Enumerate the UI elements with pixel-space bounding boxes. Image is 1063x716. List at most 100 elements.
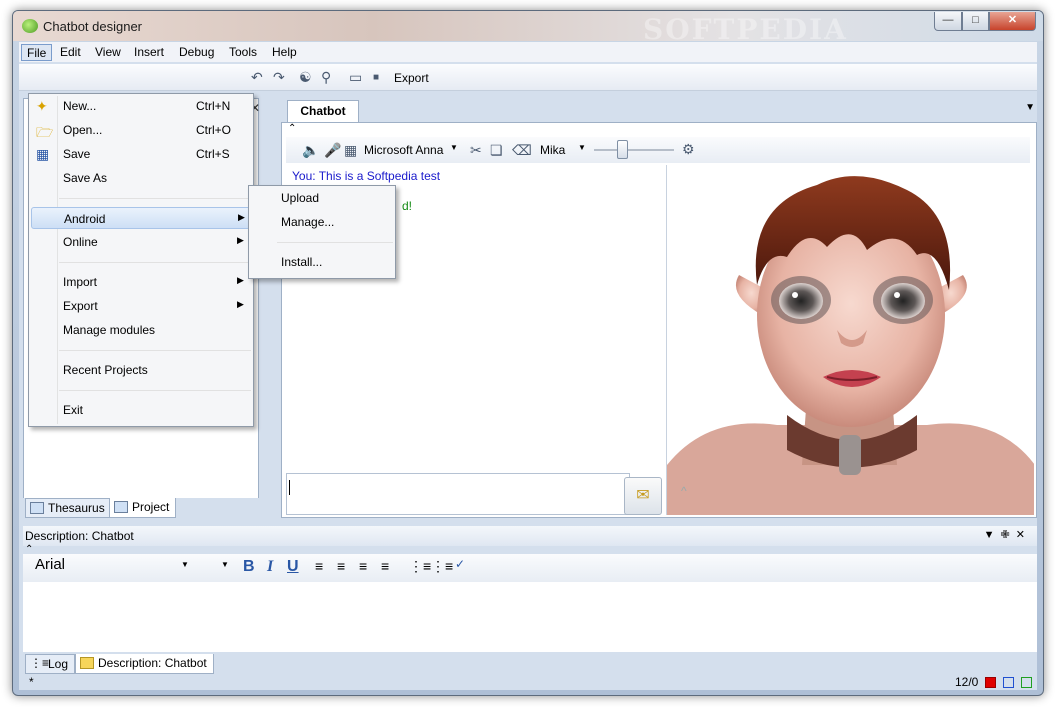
voice-select[interactable]: Microsoft Anna — [364, 143, 443, 157]
list-icon: ⋮≡ — [30, 656, 50, 670]
menu-exit[interactable]: Exit — [31, 399, 251, 421]
italic-icon[interactable]: I — [267, 558, 273, 576]
user-message: You: This is a Softpedia test — [292, 169, 441, 183]
menu-tools[interactable]: Tools — [224, 44, 262, 61]
menu-edit[interactable]: Edit — [55, 44, 86, 61]
find-icon[interactable]: ☯ — [299, 69, 312, 86]
menu-debug[interactable]: Debug — [174, 44, 219, 61]
menu-save[interactable]: ▦ Save Ctrl+S — [31, 143, 251, 165]
title-bar: Chatbot designer SOFTPEDIA — □ ✕ — [13, 11, 1043, 46]
underline-icon[interactable]: U — [287, 558, 299, 576]
description-editor[interactable] — [23, 582, 1037, 652]
send-button[interactable]: ✉ — [624, 477, 662, 515]
tab-log[interactable]: ⋮≡ Log — [25, 654, 76, 674]
menu-bar: File Edit View Insert Debug Tools Help — [19, 42, 1037, 62]
save-icon: ▦ — [36, 146, 50, 162]
align-left-icon[interactable]: ≡ — [315, 558, 323, 574]
undo-icon[interactable]: ↶ — [251, 69, 263, 86]
tab-project[interactable]: Project — [109, 498, 177, 518]
copy-icon[interactable]: ❏ — [490, 142, 503, 159]
size-dropdown-icon[interactable]: ▼ — [221, 560, 229, 569]
menu-file[interactable]: File — [21, 44, 53, 61]
menu-insert[interactable]: Insert — [129, 44, 169, 61]
menu-open[interactable]: 🗁 Open... Ctrl+O — [31, 119, 251, 141]
menu-separator — [59, 390, 251, 391]
bullet-list-icon[interactable]: ⋮≡ — [409, 558, 431, 575]
description-title: Description: Chatbot — [25, 529, 134, 543]
tab-description[interactable]: Description: Chatbot — [75, 654, 214, 674]
folder-icon: 🗁 — [36, 124, 54, 140]
menu-new-label: New... — [63, 99, 97, 113]
chat-input[interactable] — [286, 473, 630, 515]
maximize-button[interactable]: □ — [962, 12, 989, 31]
stop-icon[interactable]: ■ — [373, 72, 379, 83]
menu-import-label: Import — [63, 275, 98, 289]
close-button[interactable]: ✕ — [989, 12, 1036, 31]
font-family-select[interactable]: Arial — [35, 556, 175, 578]
text-cursor — [289, 480, 290, 495]
menu-android[interactable]: Android ▶ — [31, 207, 251, 229]
submenu-arrow-icon: ▶ — [237, 299, 244, 309]
menu-import[interactable]: Import ▶ — [31, 271, 251, 293]
microphone-icon[interactable]: 🎤 — [324, 142, 341, 159]
menu-view[interactable]: View — [90, 44, 126, 61]
menu-manage-label: Manage... — [281, 215, 335, 229]
menu-upload[interactable]: Upload — [251, 187, 393, 209]
tab-thesaurus[interactable]: Thesaurus — [25, 498, 112, 518]
android-submenu: Upload Manage... Install... — [248, 185, 396, 279]
tab-chatbot[interactable]: Chatbot — [287, 100, 359, 122]
client-area: File Edit View Insert Debug Tools Help ↶… — [19, 42, 1037, 690]
menu-install-label: Install... — [281, 255, 323, 269]
voice-icon[interactable]: ▦ — [344, 142, 357, 159]
svg-text:^: ^ — [681, 484, 687, 498]
menu-save-as-label: Save As — [63, 171, 108, 185]
export-button[interactable]: Export — [394, 71, 429, 85]
menu-recent-projects[interactable]: Recent Projects — [31, 359, 251, 381]
align-center-icon[interactable]: ≡ — [337, 558, 345, 574]
character-dropdown-icon[interactable]: ▼ — [578, 143, 586, 152]
pane-controls[interactable]: ▼✙✕ — [984, 528, 1031, 541]
align-right-icon[interactable]: ≡ — [381, 558, 389, 574]
zoom-icon[interactable]: ⚲ — [321, 69, 331, 86]
menu-open-label: Open... — [63, 123, 103, 137]
tab-list-icon[interactable]: ▼ — [1025, 102, 1035, 113]
status-bar: * 12/0 — [19, 675, 1037, 690]
menu-recent-projects-label: Recent Projects — [63, 363, 148, 377]
menu-upload-label: Upload — [281, 191, 320, 205]
menu-new-shortcut: Ctrl+N — [196, 99, 231, 113]
menu-manage[interactable]: Manage... — [251, 211, 393, 233]
minimize-button[interactable]: — — [934, 12, 962, 31]
speaker-icon[interactable]: 🔈 — [302, 142, 319, 159]
menu-online[interactable]: Online ▶ — [31, 231, 251, 253]
menu-export[interactable]: Export ▶ — [31, 295, 251, 317]
menu-new[interactable]: ✦ New... Ctrl+N — [31, 95, 251, 117]
menu-help[interactable]: Help — [267, 44, 302, 61]
slider-thumb[interactable] — [617, 140, 628, 159]
bot-message: d! — [402, 199, 413, 213]
menu-save-as[interactable]: Save As — [31, 167, 251, 189]
book-icon — [30, 502, 44, 514]
chat-panel: ⌃ 🔈 🎤 ▦ Microsoft Anna ▼ ✂ ❏ ⌫ Mika ▼ ⚙ … — [281, 122, 1037, 518]
align-justify-icon[interactable]: ≡ — [359, 558, 367, 574]
collapse-icon[interactable]: ⌃ — [288, 123, 296, 134]
volume-slider[interactable] — [594, 149, 674, 151]
voice-dropdown-icon[interactable]: ▼ — [450, 143, 458, 152]
settings-icon[interactable]: ⚙ — [682, 141, 695, 158]
character-select[interactable]: Mika — [540, 143, 565, 157]
cut-icon[interactable]: ✂ — [470, 142, 482, 159]
export-frame-icon[interactable]: ▭ — [349, 69, 362, 86]
menu-manage-modules[interactable]: Manage modules — [31, 319, 251, 341]
chat-toolbar: 🔈 🎤 ▦ Microsoft Anna ▼ ✂ ❏ ⌫ Mika ▼ ⚙ — [286, 137, 1030, 163]
menu-save-label: Save — [63, 147, 91, 161]
menu-install[interactable]: Install... — [251, 251, 393, 273]
numbered-list-icon[interactable]: ⋮≡ — [431, 558, 453, 575]
menu-separator — [59, 350, 251, 351]
redo-icon[interactable]: ↷ — [273, 69, 285, 86]
spellcheck-icon[interactable]: ✓ — [455, 557, 465, 571]
eraser-icon[interactable]: ⌫ — [512, 142, 532, 159]
bottom-tabstrip: ⋮≡ Log Description: Chatbot — [23, 654, 1037, 676]
tab-thesaurus-label: Thesaurus — [48, 501, 105, 515]
status-blue-indicator — [1003, 677, 1014, 688]
bold-icon[interactable]: B — [243, 558, 255, 576]
font-dropdown-icon[interactable]: ▼ — [181, 560, 189, 569]
